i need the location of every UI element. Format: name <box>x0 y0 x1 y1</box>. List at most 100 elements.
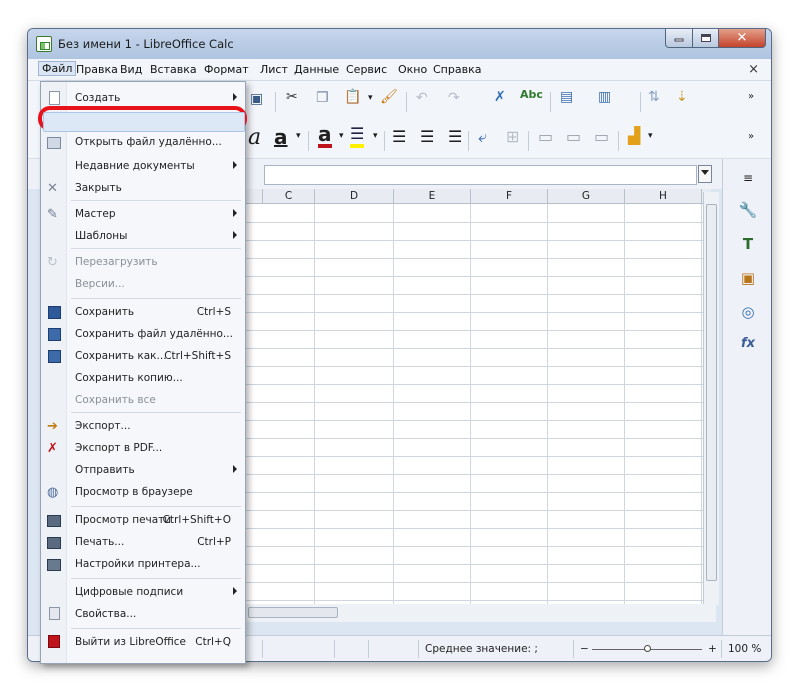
file-menu-item-2[interactable]: Открыть файл удалённо... <box>41 132 245 154</box>
zoom-thumb[interactable] <box>644 645 651 652</box>
menu-file[interactable]: Файл <box>38 61 77 76</box>
clone-formatting-icon[interactable]: 🖌 <box>380 89 398 105</box>
menu-window[interactable]: Окно <box>398 63 427 76</box>
highlight-color-icon[interactable]: ☰ <box>350 124 365 148</box>
col-header-e[interactable]: E <box>394 189 471 204</box>
toolbar2-overflow-icon[interactable]: » <box>748 131 754 142</box>
sidebar-menu-icon[interactable]: ≡ <box>737 167 759 189</box>
zoom-slider[interactable]: − + <box>573 640 721 658</box>
file-menu-item-20[interactable]: Настройки принтера... <box>41 554 245 576</box>
file-menu-item-23[interactable]: Выйти из LibreOffice Ctrl+Q <box>41 632 245 654</box>
align-left-icon[interactable]: ☰ <box>392 127 406 146</box>
menu-view[interactable]: Вид <box>120 63 142 76</box>
toolbar-overflow-icon[interactable]: » <box>748 91 754 102</box>
sort-descending-icon[interactable]: ⇣ <box>676 89 688 105</box>
column-icon[interactable]: ▥ <box>598 89 611 105</box>
close-document-button[interactable]: × <box>748 62 759 77</box>
vertical-scroll-thumb[interactable] <box>706 204 717 581</box>
file-menu-item-16[interactable]: Отправить <box>41 460 245 482</box>
file-menu-item-5[interactable]: ✎ Мастер <box>41 204 245 226</box>
save-as-icon <box>47 349 63 365</box>
grid-row-line <box>246 564 711 565</box>
zoom-out-button[interactable]: − <box>580 643 589 655</box>
file-menu-item-17[interactable]: ◍ Просмотр в браузере <box>41 482 245 504</box>
calc-app-icon <box>36 36 52 52</box>
menu-format[interactable]: Формат <box>204 63 249 76</box>
paste-dropdown-icon[interactable]: ▾ <box>368 93 373 103</box>
file-menu-item-3[interactable]: Недавние документы <box>41 156 245 178</box>
redo-icon[interactable]: ↷ <box>448 90 460 106</box>
align-middle-icon[interactable]: ▭ <box>566 127 581 146</box>
menu-help[interactable]: Справка <box>433 63 481 76</box>
file-menu-item-19[interactable]: Печать... Ctrl+P <box>41 532 245 554</box>
formula-expand-button[interactable] <box>698 165 712 183</box>
close-button[interactable]: ✕ <box>718 29 766 48</box>
file-menu-item-12[interactable]: Сохранить копию... <box>41 368 245 390</box>
maximize-button[interactable] <box>692 29 719 48</box>
styles-deck-icon[interactable]: T <box>737 233 759 255</box>
horizontal-scrollbar[interactable] <box>246 604 716 622</box>
highlight-ring-open <box>38 106 247 132</box>
undo-icon[interactable]: ↶ <box>416 90 428 106</box>
file-menu-item-15[interactable]: ✗ Экспорт в PDF... <box>41 438 245 460</box>
formula-input[interactable] <box>264 165 697 185</box>
file-menu-item-14[interactable]: ➔ Экспорт... <box>41 416 245 438</box>
col-header-c[interactable]: C <box>263 189 315 204</box>
file-menu-item-9[interactable]: Сохранить Ctrl+S <box>41 302 245 324</box>
file-menu-item-11[interactable]: Сохранить как... Ctrl+Shift+S <box>41 346 245 368</box>
copy-icon[interactable]: ❐ <box>316 90 329 106</box>
col-header-g[interactable]: G <box>548 189 625 204</box>
menu-sheet[interactable]: Лист <box>260 63 288 76</box>
underline-button[interactable]: a <box>274 125 288 149</box>
col-header-h[interactable]: H <box>625 189 702 204</box>
file-menu-item-4[interactable]: ✕ Закрыть <box>41 178 245 200</box>
merge-cells-icon[interactable]: ⊞ <box>506 127 519 146</box>
file-menu-item-21[interactable]: Цифровые подписи <box>41 582 245 604</box>
properties-deck-icon[interactable]: 🔧 <box>737 199 759 221</box>
align-top-icon[interactable]: ▭ <box>538 127 553 146</box>
spreadsheet-grid[interactable]: C D E F G H <box>246 189 711 605</box>
menu-edit[interactable]: Правка <box>76 63 118 76</box>
file-menu-label: Мастер <box>75 208 116 220</box>
align-bottom-icon[interactable]: ▭ <box>594 127 609 146</box>
align-center-icon[interactable]: ☰ <box>420 127 434 146</box>
row-icon[interactable]: ▤ <box>560 89 573 105</box>
file-menu-item-22[interactable]: Свойства... <box>41 604 245 626</box>
minimize-button[interactable] <box>665 29 693 48</box>
highlight-dropdown-icon[interactable]: ▾ <box>373 131 378 141</box>
align-right-icon[interactable]: ☰ <box>448 127 462 146</box>
file-menu-item-6[interactable]: Шаблоны <box>41 226 245 248</box>
status-selection-mode[interactable] <box>334 640 368 658</box>
zoom-in-button[interactable]: + <box>708 640 717 658</box>
file-menu-item-10[interactable]: Сохранить файл удалённо... <box>41 324 245 346</box>
file-menu-item-18[interactable]: Просмотр печати Ctrl+Shift+O <box>41 510 245 532</box>
menu-bar: Файл Правка Вид Вставка Формат Лист Данн… <box>28 59 771 81</box>
menu-tools[interactable]: Сервис <box>346 63 387 76</box>
underline-dropdown-icon[interactable]: ▾ <box>296 131 301 141</box>
find-replace-icon[interactable]: ✗ <box>494 89 506 105</box>
font-color-button[interactable]: a <box>318 124 332 148</box>
number-format-dropdown-icon[interactable]: ▾ <box>648 131 653 141</box>
font-color-dropdown-icon[interactable]: ▾ <box>339 131 344 141</box>
vertical-scrollbar[interactable] <box>703 192 719 605</box>
col-header-b-partial[interactable] <box>246 189 263 204</box>
wrap-text-icon[interactable]: ⤶ <box>478 127 487 147</box>
horizontal-scroll-thumb[interactable] <box>248 607 338 618</box>
col-header-f[interactable]: F <box>471 189 548 204</box>
italic-button[interactable]: a <box>248 125 261 150</box>
number-format-icon[interactable]: ▟ <box>628 126 640 145</box>
menu-insert[interactable]: Вставка <box>150 63 197 76</box>
functions-deck-icon[interactable]: fx <box>737 333 759 355</box>
paste-icon[interactable]: 📋 <box>344 89 361 105</box>
sort-ascending-icon[interactable]: ⇅ <box>648 89 660 105</box>
gallery-deck-icon[interactable]: ▣ <box>737 267 759 289</box>
menu-data[interactable]: Данные <box>294 63 339 76</box>
spellcheck-icon[interactable]: Abc <box>520 88 543 101</box>
title-bar[interactable]: Без имени 1 - LibreOffice Calc ✕ <box>28 29 771 59</box>
zoom-level[interactable]: 100 % <box>721 640 771 658</box>
status-signature[interactable] <box>368 640 418 658</box>
navigator-deck-icon[interactable]: ◎ <box>737 301 759 323</box>
col-header-d[interactable]: D <box>315 189 394 204</box>
print-preview-toolbar-icon[interactable]: ▣ <box>250 91 263 107</box>
cut-icon[interactable]: ✂ <box>286 89 298 105</box>
